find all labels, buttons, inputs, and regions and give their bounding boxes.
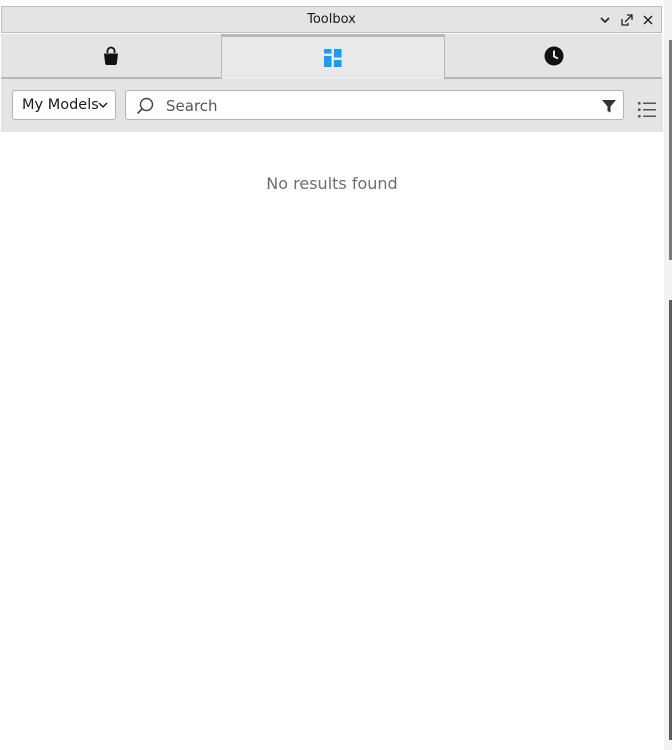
search-box[interactable] [125,90,624,120]
empty-results-message: No results found [266,174,398,193]
chevron-down-icon [98,102,108,109]
collapse-button[interactable] [597,12,613,28]
undock-icon [621,14,633,26]
toolbox-panel: Toolbox My Models Search No results foun… [0,6,664,750]
titlebar: Toolbox [1,6,662,33]
undock-button[interactable] [619,12,635,28]
category-label: My Models [22,97,99,113]
tab-bar [1,34,662,79]
search-toolbar: My Models [1,79,663,132]
close-icon [643,15,653,25]
window-title: Toolbox [307,12,356,27]
search-input[interactable] [164,94,588,118]
grid-icon [324,49,342,67]
clock-icon [544,46,563,65]
search-icon [136,97,154,115]
tab-marketplace[interactable] [1,34,221,79]
filter-icon[interactable] [601,98,617,114]
shopping-bag-icon [104,46,118,65]
tab-inventory[interactable] [221,34,445,79]
tab-recent[interactable] [445,34,662,79]
category-dropdown[interactable]: My Models [12,90,116,120]
list-view-icon[interactable] [637,100,657,120]
close-button[interactable] [640,12,656,28]
right-edge [664,0,672,750]
chevron-down-icon [600,17,610,24]
